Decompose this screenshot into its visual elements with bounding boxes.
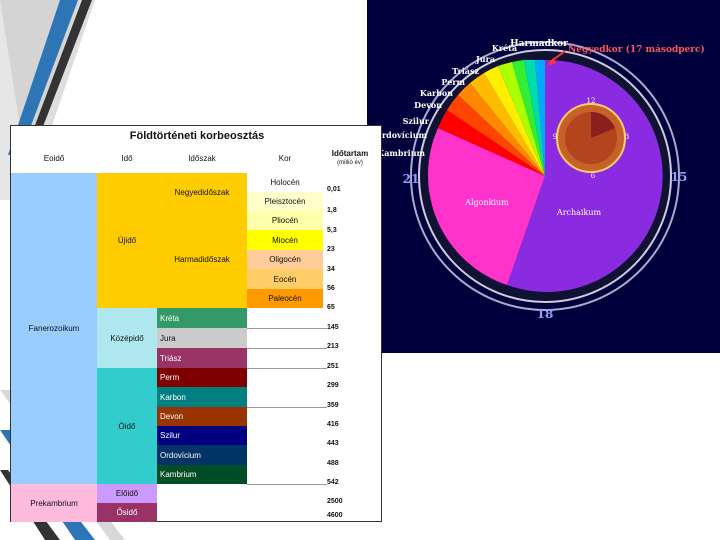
duration-value: 65 <box>327 304 335 311</box>
inner-12-label: 12 <box>587 97 596 105</box>
duration-value: 488 <box>327 460 339 467</box>
epoch-eocen: Eocén <box>247 269 323 289</box>
duration-value: 4600 <box>327 512 343 519</box>
inner-6-label: 6 <box>591 172 596 180</box>
duration-value: 56 <box>327 285 335 292</box>
epoch-row-line <box>247 328 327 329</box>
inner-9-label: 9 <box>553 133 557 141</box>
period-perm: Perm <box>157 368 247 387</box>
duration-value: 213 <box>327 343 339 350</box>
header-duration: Időtartam <box>331 149 369 158</box>
duration-value: 359 <box>327 402 339 409</box>
duration-value: 2500 <box>327 498 343 505</box>
header-era: Idő <box>121 154 133 163</box>
epoch-pleisztocen: Pleisztocén <box>247 192 323 211</box>
period-karbon: Karbon <box>157 387 247 407</box>
inner-3-label: 3 <box>625 133 629 141</box>
clock-jura-label: Jura <box>475 54 495 64</box>
harmadkor-label: Harmadkor <box>510 39 568 49</box>
header-period: Időszak <box>188 154 216 163</box>
era-oido: Óidő <box>97 368 157 484</box>
duration-value: 416 <box>327 421 339 428</box>
clock-triasz-label: Triász <box>452 66 479 76</box>
period-harmadidoszak: Harmadidőszak <box>157 211 247 308</box>
clock-15-label: 15 <box>671 170 688 184</box>
epoch-oligocen: Oligocén <box>247 250 323 269</box>
period-ordovicium: Ordovícium <box>157 445 247 465</box>
duration-value: 299 <box>327 382 339 389</box>
clock-karbon-label: Karbon <box>420 88 453 98</box>
clock-18-label: 18 <box>537 307 554 321</box>
period-kambrium: Kambrium <box>157 465 247 484</box>
period-devon: Devon <box>157 407 247 426</box>
epoch-row-line <box>247 407 327 408</box>
geologic-clock: 12 3 6 9 Algonkium Archaikum 21 15 18 Ha… <box>375 39 705 321</box>
header-eon: Eoidő <box>43 154 65 163</box>
duration-value: 23 <box>327 246 335 253</box>
clock-kreta-label: Kréta <box>492 43 517 53</box>
epoch-row-line <box>247 484 327 485</box>
period-kreta: Kréta <box>157 308 247 328</box>
eon-fanerozoikum: Fanerozoikum <box>11 173 97 484</box>
header-epoch: Kor <box>278 154 292 163</box>
geologic-time-table: Földtörténeti korbeosztás Eoidő Idő Idős… <box>10 125 382 522</box>
clock-perm-label: Perm <box>441 77 465 87</box>
period-szilur: Szilur <box>157 426 247 445</box>
era-eloido: Előidő <box>97 484 157 503</box>
era-kozepido: Középidő <box>97 308 157 368</box>
epoch-miocen: Miocén <box>247 230 323 250</box>
eon-prekambrium: Prekambrium <box>11 484 97 522</box>
epoch-row-line <box>247 368 327 369</box>
clock-kambrium-label: Kambrium <box>377 148 425 158</box>
duration-value: 251 <box>327 363 339 370</box>
epoch-paleocen: Paleocén <box>247 289 323 308</box>
table-title: Földtörténeti korbeosztás <box>129 130 265 142</box>
duration-value: 542 <box>327 479 339 486</box>
duration-value: 5,3 <box>327 227 337 234</box>
period-jura: Jura <box>157 328 247 348</box>
era-ujido: Újidő <box>97 173 157 308</box>
period-triasz: Triász <box>157 348 247 368</box>
geologic-clock-panel: 12 3 6 9 Algonkium Archaikum 21 15 18 Ha… <box>367 0 720 353</box>
header-duration-unit: (millió év) <box>337 160 363 166</box>
period-negyedidoszak: Negyedidőszak <box>157 173 247 211</box>
archaikum-label: Archaikum <box>556 208 602 217</box>
clock-szilur-label: Szilur <box>403 116 430 126</box>
negyedkor-label: Negyedkor (17 másodperc) <box>568 44 705 55</box>
epoch-row-line <box>247 348 327 349</box>
duration-value: 0,01 <box>327 186 341 193</box>
era-osido: Ősidő <box>97 503 157 522</box>
clock-devon-label: Devon <box>414 100 442 110</box>
duration-value: 145 <box>327 324 339 331</box>
clock-21-label: 21 <box>403 172 420 186</box>
duration-value: 1,8 <box>327 207 337 214</box>
duration-value: 34 <box>327 266 335 273</box>
epoch-pliocen: Pliocén <box>247 211 323 230</box>
epoch-holocen: Holocén <box>247 173 323 192</box>
algonkium-label: Algonkium <box>464 198 509 207</box>
duration-value: 443 <box>327 440 339 447</box>
